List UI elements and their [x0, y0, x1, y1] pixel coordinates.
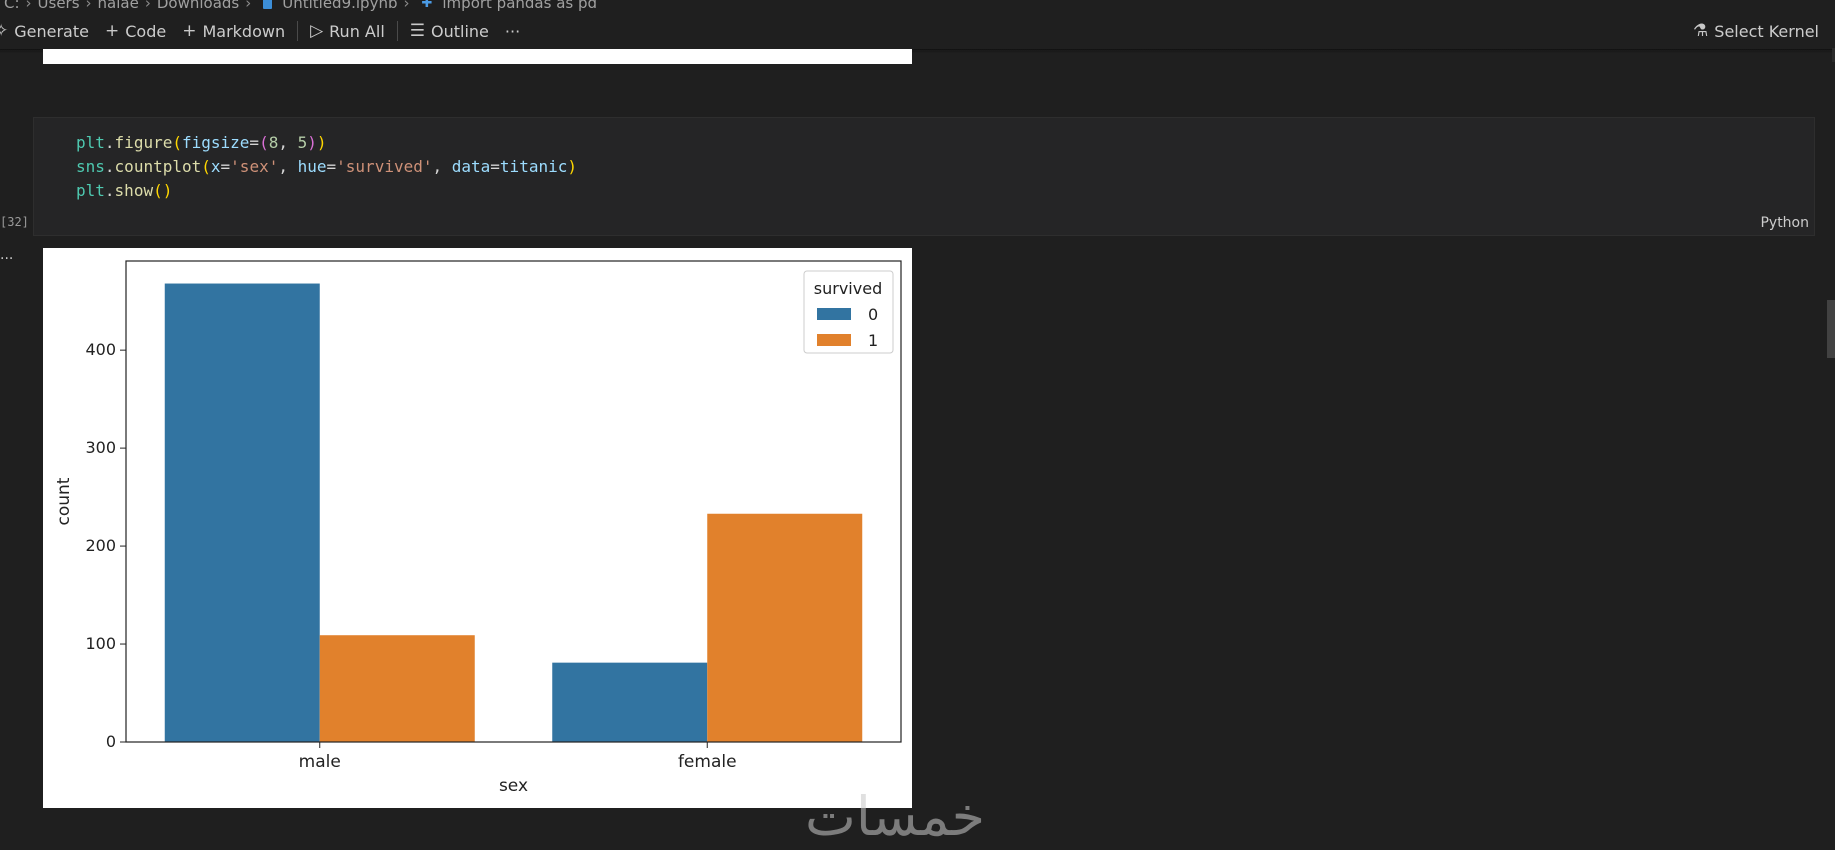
legend-title: survived — [814, 279, 882, 298]
y-tick-label: 200 — [85, 536, 116, 555]
breadcrumb: C: › Users › halae › Downloads › Untitle… — [0, 0, 1835, 12]
toolbar-divider — [297, 21, 299, 41]
list-icon: ☰ — [409, 21, 426, 41]
breadcrumb-drive[interactable]: C: — [4, 0, 20, 12]
x-tick-label: female — [678, 752, 737, 772]
notebook-toolbar: ✧ Generate + Code + Markdown ▷ Run All ☰… — [0, 12, 1835, 51]
y-tick-label: 100 — [85, 634, 116, 653]
bar-male-series-0 — [164, 283, 320, 742]
legend-swatch-0 — [817, 308, 851, 320]
chevron-right-icon: › — [25, 0, 32, 12]
plot-output: 0 100 200 300 400 male female sex count survived 0… — [43, 248, 912, 808]
scrollbar-thumb[interactable] — [1827, 300, 1835, 358]
markdown-label: Markdown — [202, 21, 286, 41]
sparkle-icon: ✧ — [0, 21, 9, 41]
previous-cell-output — [43, 49, 912, 64]
breadcrumb-users[interactable]: Users — [38, 0, 80, 12]
code-cell[interactable]: plt.figure(figsize=(8, 5)) sns.countplot… — [33, 117, 1815, 236]
more-actions-button[interactable]: ··· — [497, 17, 528, 45]
bar-female-series-1 — [707, 513, 863, 742]
breadcrumb-downloads[interactable]: Downloads — [157, 0, 239, 12]
y-tick-label: 0 — [106, 732, 116, 751]
chevron-right-icon: › — [144, 0, 151, 12]
outline-button[interactable]: ☰ Outline — [402, 17, 497, 45]
run-all-icon: ▷ — [310, 21, 324, 41]
add-code-cell-button[interactable]: + Code — [97, 17, 174, 45]
legend-swatch-1 — [817, 334, 851, 346]
bar-male-series-1 — [319, 635, 475, 742]
outline-label: Outline — [431, 21, 489, 41]
breadcrumb-symbol[interactable]: import pandas as pd — [442, 0, 597, 12]
python-symbol-icon: ✚ — [421, 0, 433, 11]
y-tick-label: 300 — [85, 438, 116, 457]
legend-label-1: 1 — [868, 331, 878, 350]
kernel-icon: ⚗ — [1693, 21, 1709, 41]
plus-icon: + — [182, 21, 197, 41]
run-all-label: Run All — [329, 21, 385, 41]
notebook-file-icon — [263, 0, 273, 9]
run-all-button[interactable]: ▷ Run All — [302, 17, 393, 45]
bar-female-series-0 — [552, 662, 708, 742]
y-axis-label: count — [54, 477, 74, 525]
output-menu-button[interactable]: ... — [0, 247, 13, 263]
x-tick-label: male — [299, 752, 341, 772]
generate-button[interactable]: ✧ Generate — [0, 17, 97, 45]
chevron-right-icon: › — [245, 0, 252, 12]
select-kernel-label: Select Kernel — [1714, 21, 1819, 41]
watermark-logo: خمسات — [805, 785, 986, 848]
legend-label-0: 0 — [868, 305, 878, 324]
add-markdown-cell-button[interactable]: + Markdown — [174, 17, 293, 45]
generate-label: Generate — [14, 21, 89, 41]
select-kernel-button[interactable]: ⚗ Select Kernel — [1685, 17, 1827, 45]
y-tick-label: 400 — [85, 340, 116, 359]
code-label: Code — [125, 21, 167, 41]
cell-language-label[interactable]: Python — [1760, 215, 1809, 231]
countplot-chart: 0 100 200 300 400 male female sex count survived 0… — [54, 260, 902, 796]
execution-count: [32] — [0, 215, 29, 229]
breadcrumb-user-folder[interactable]: halae — [98, 0, 139, 12]
plus-icon: + — [104, 21, 120, 41]
toolbar-divider — [396, 21, 398, 41]
breadcrumb-file[interactable]: Untitled9.ipynb — [282, 0, 397, 12]
chevron-right-icon: › — [403, 0, 410, 12]
code-editor[interactable]: plt.figure(figsize=(8, 5)) sns.countplot… — [76, 131, 577, 203]
chevron-right-icon: › — [85, 0, 92, 12]
x-axis-label: sex — [499, 776, 528, 796]
